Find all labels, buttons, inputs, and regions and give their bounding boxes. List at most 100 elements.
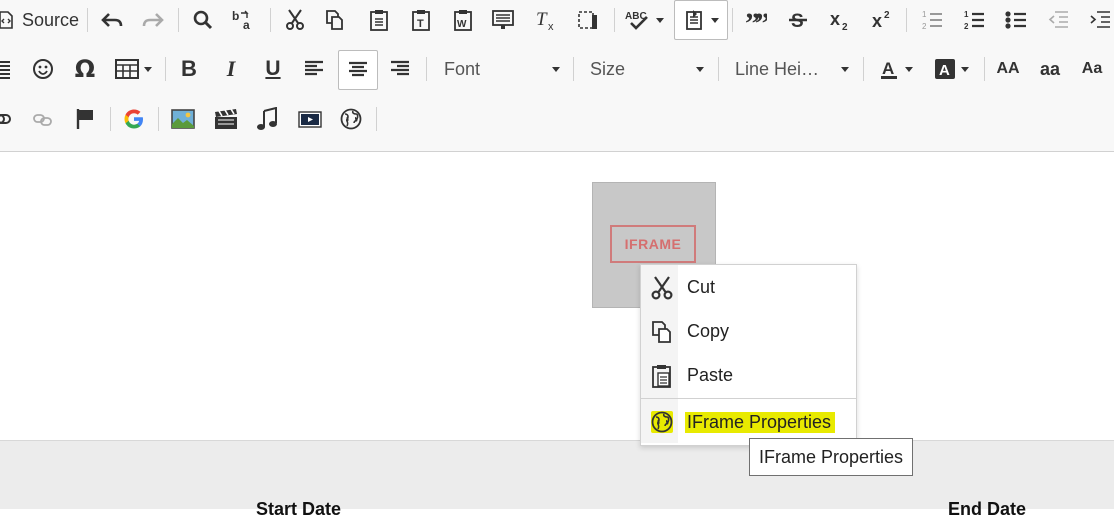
chevron-down-icon [552,66,560,72]
numbered-list-icon: 12 [921,9,943,31]
spellcheck-button[interactable]: ABC [622,4,666,36]
smiley-icon [32,58,54,80]
replace-button[interactable]: ba [228,4,260,36]
ordered-list-button[interactable]: 12 [958,4,990,36]
copy-icon [325,9,345,31]
separator [376,107,377,131]
editor-toolbar: Source ba T W Tx ABC ” x 2 x 2 1 2 1 2 Ω… [0,0,1114,152]
svg-text:A: A [882,59,894,78]
special-char-button[interactable]: Ω [70,53,100,85]
table-button[interactable] [110,53,156,85]
editor-content-area[interactable] [0,152,1114,440]
omega-icon: Ω [74,55,96,83]
bulleted-list-button[interactable] [1000,4,1032,36]
redo-button[interactable] [138,4,168,36]
audio-button[interactable] [252,103,282,135]
paste-word-button[interactable]: W [448,4,478,36]
blockquote-button[interactable]: ”” [740,4,772,36]
separator [906,8,907,32]
video-button[interactable] [210,103,242,135]
align-left-icon [304,60,324,78]
unlink-button[interactable] [28,103,58,135]
svg-text:x: x [872,11,882,31]
copy-button[interactable] [320,4,350,36]
line-height-combo[interactable]: Line Hei… [735,54,849,84]
svg-text:2: 2 [964,22,969,31]
scissors-icon [285,9,305,31]
superscript-icon: x2 [871,9,893,31]
uppercase-label: AA [996,60,1020,77]
templates-icon [684,9,706,31]
svg-text:A: A [939,62,950,79]
separator [614,8,615,32]
align-center-icon [348,61,368,79]
templates-button[interactable] [674,0,728,40]
context-menu: Cut Copy Paste IFrame Properties [640,264,857,446]
source-button[interactable]: Source [0,4,82,36]
cut-button[interactable] [280,4,310,36]
context-menu-item-label: Copy [687,320,730,341]
separator [732,8,733,32]
context-menu-item-label: Paste [687,364,734,385]
remove-format-button[interactable]: Tx [530,4,560,36]
separator [110,107,111,131]
paste-button[interactable] [364,4,394,36]
text-color-icon: A [878,58,900,80]
justify-button[interactable] [0,53,14,85]
align-left-button[interactable] [298,53,330,85]
lowercase-button[interactable]: aa [1034,53,1066,85]
background-color-button[interactable]: A [928,53,974,85]
subscript-button[interactable]: x2 [824,4,856,36]
align-center-button[interactable] [338,50,378,90]
paste-text-icon: T [411,9,431,31]
strikethrough-button[interactable]: S [782,4,814,36]
align-right-button[interactable] [384,53,416,85]
svg-text:T: T [536,9,548,30]
music-note-icon [256,107,278,131]
svg-text:1: 1 [964,10,969,19]
separator [178,8,179,32]
chevron-down-icon [655,17,664,23]
subscript-icon: x2 [829,9,851,31]
capitalize-button[interactable]: Aa [1076,53,1108,85]
separator [718,57,719,81]
search-icon [193,10,213,30]
document-icon [492,9,514,31]
uppercase-button[interactable]: AA [992,53,1024,85]
italic-button[interactable]: I [216,53,246,85]
clapperboard-icon [214,108,238,130]
underline-button[interactable]: U [258,53,288,85]
anchor-button[interactable] [70,103,100,135]
numbered-list-button[interactable]: 12 [916,4,948,36]
image-button[interactable] [168,103,198,135]
select-all-button[interactable] [572,4,604,36]
size-combo[interactable]: Size [590,54,704,84]
context-menu-item-cut[interactable]: Cut [641,265,856,309]
superscript-button[interactable]: x2 [866,4,898,36]
outdent-icon [1047,9,1069,31]
emoji-button[interactable] [28,53,58,85]
svg-text:2: 2 [884,10,890,21]
context-menu-separator [641,398,856,399]
outdent-button[interactable] [1042,4,1074,36]
youtube-button[interactable] [294,103,326,135]
ordered-list-icon: 12 [963,9,985,31]
separator [158,107,159,131]
end-date-label: End Date [948,499,1027,519]
context-menu-item-paste[interactable]: Paste [641,353,856,397]
iframe-button[interactable] [336,103,366,135]
google-button[interactable] [118,103,150,135]
paste-from-doc-button[interactable] [488,4,518,36]
bold-button[interactable]: B [174,53,204,85]
indent-icon [1089,9,1111,31]
context-menu-item-copy[interactable]: Copy [641,309,856,353]
paste-text-button[interactable]: T [406,4,436,36]
find-button[interactable] [188,4,218,36]
font-combo[interactable]: Font [444,54,560,84]
justify-icon [0,58,11,80]
undo-button[interactable] [97,4,127,36]
indent-button[interactable] [1084,4,1114,36]
background-color-icon: A [934,58,956,80]
text-color-button[interactable]: A [872,53,918,85]
link-button[interactable] [0,103,14,135]
